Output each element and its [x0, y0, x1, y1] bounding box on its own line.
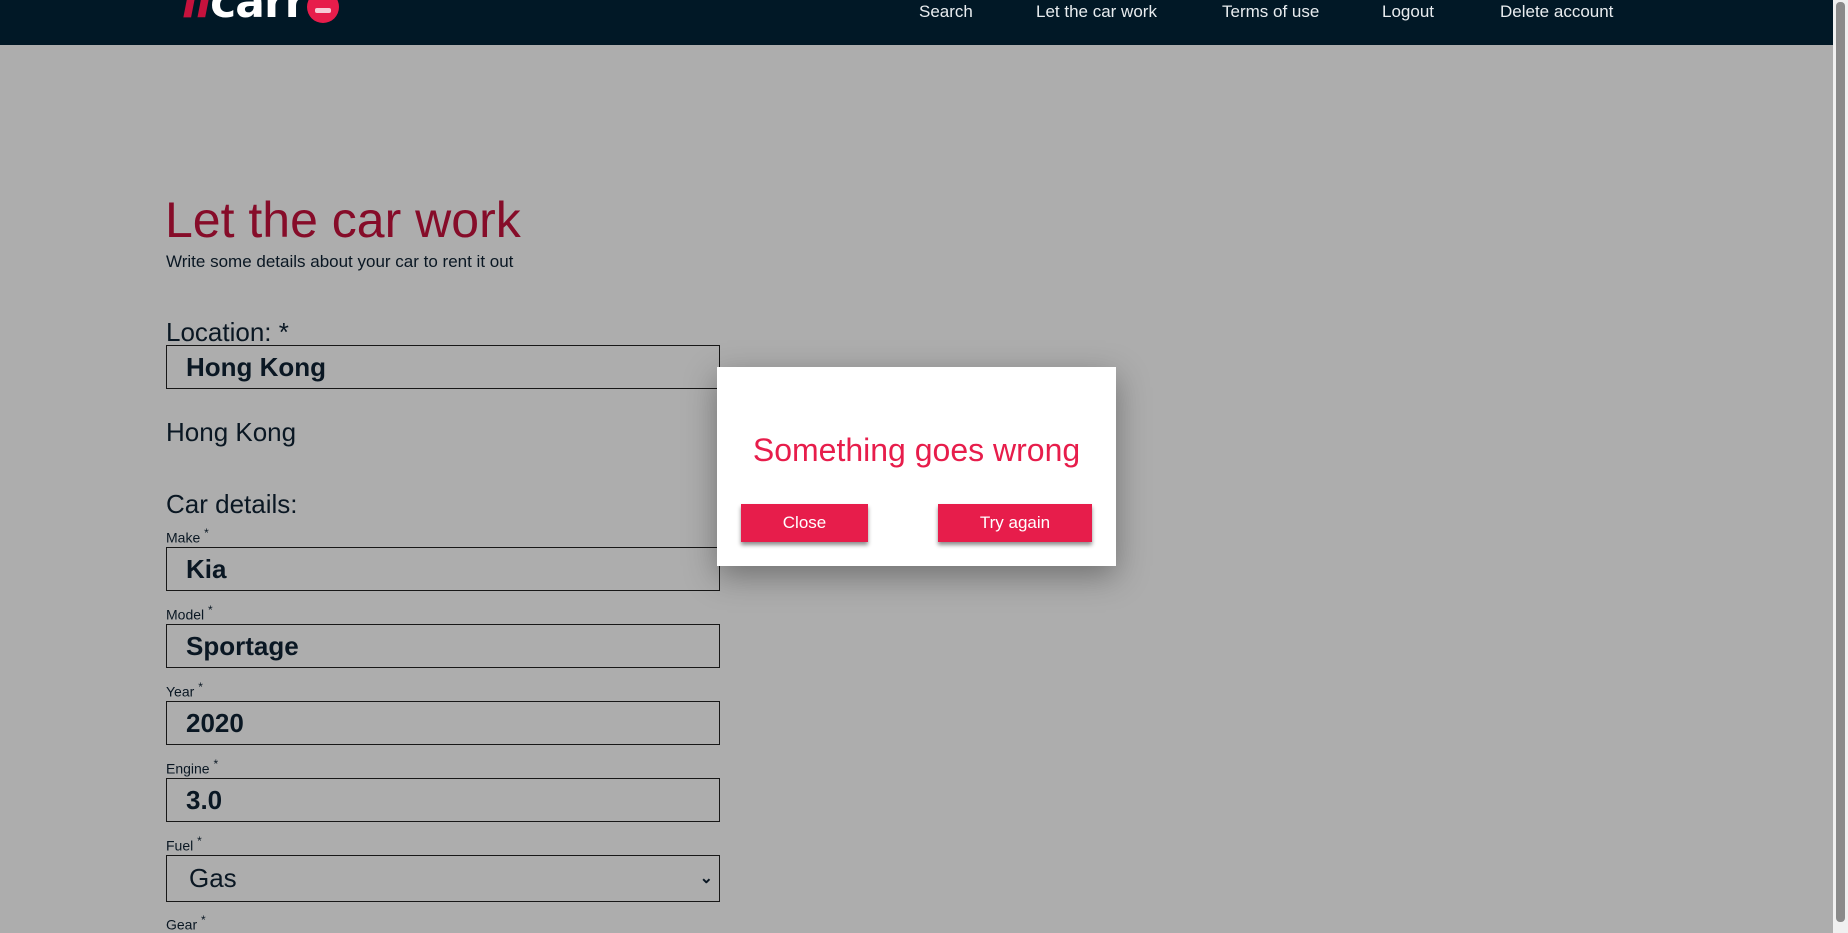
- close-button[interactable]: Close: [741, 504, 868, 542]
- nav-delete-account[interactable]: Delete account: [1500, 0, 1613, 24]
- try-again-button[interactable]: Try again: [938, 504, 1092, 542]
- scrollbar-thumb[interactable]: [1836, 2, 1845, 922]
- nav-terms-of-use[interactable]: Terms of use: [1222, 0, 1319, 24]
- vertical-scrollbar[interactable]: [1833, 0, 1848, 933]
- nav-search[interactable]: Search: [919, 0, 973, 24]
- nav-logout[interactable]: Logout: [1382, 0, 1434, 24]
- ilcarro-logo[interactable]: il carr: [182, 0, 340, 28]
- error-dialog: Something goes wrong Close Try again: [717, 367, 1116, 566]
- nav-let-the-car-work[interactable]: Let the car work: [1036, 0, 1157, 24]
- logo-text: carr: [210, 0, 306, 28]
- car-icon: [307, 0, 340, 23]
- dialog-title: Something goes wrong: [752, 432, 1081, 468]
- logo-prefix: il: [182, 0, 211, 28]
